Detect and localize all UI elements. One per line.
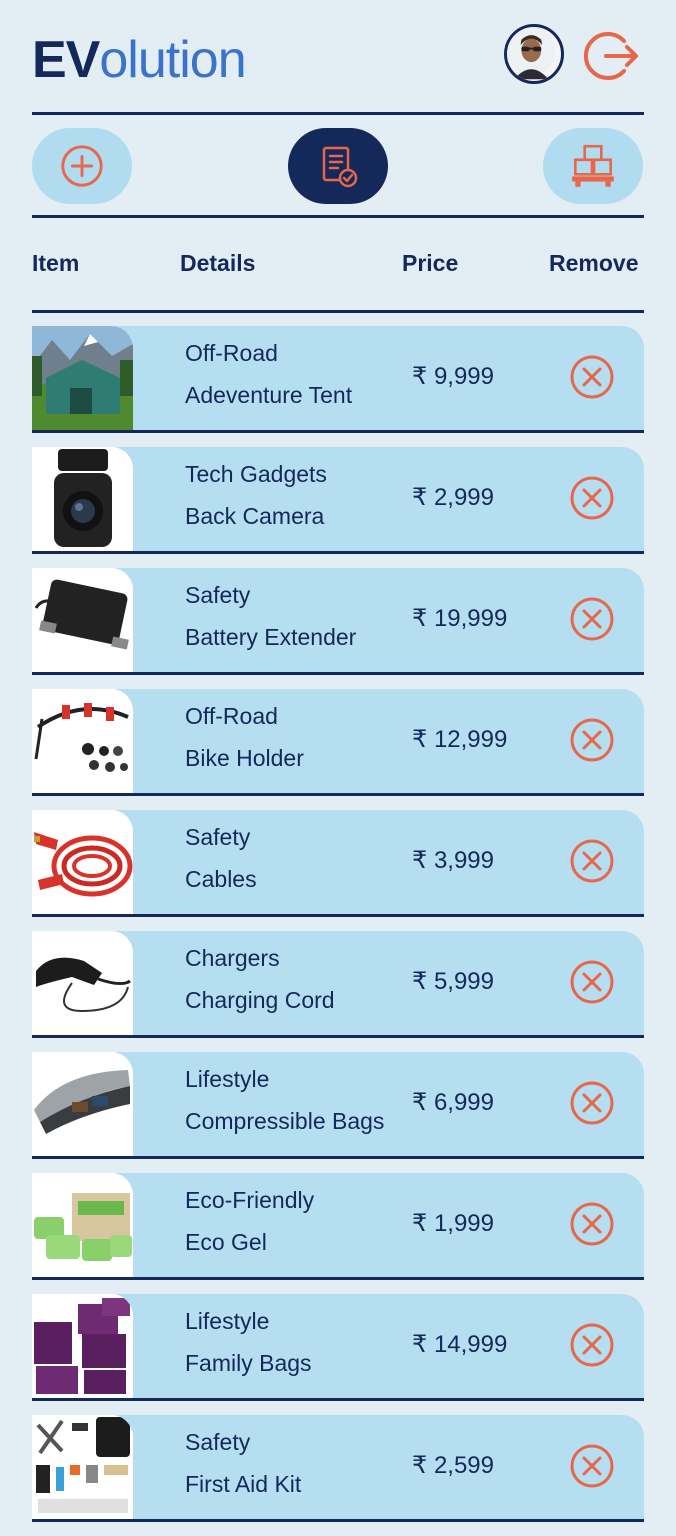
item-name: Bike Holder <box>185 745 304 771</box>
app-header: EVolution <box>32 24 644 98</box>
cart-row: Safety First Aid Kit ₹ 2,599 <box>32 1415 644 1522</box>
order-list-icon <box>322 146 358 188</box>
item-price: ₹ 6,999 <box>412 1089 494 1116</box>
item-category: Safety <box>185 582 251 608</box>
header-divider <box>32 112 644 115</box>
remove-item-button[interactable] <box>569 838 615 884</box>
product-image-bike-holder <box>32 689 133 793</box>
item-category: Lifestyle <box>185 1066 270 1092</box>
column-header-remove: Remove <box>549 250 639 276</box>
item-category: Lifestyle <box>185 1308 270 1334</box>
remove-item-button[interactable] <box>569 354 615 400</box>
item-name: Charging Cord <box>185 987 335 1013</box>
item-price: ₹ 2,999 <box>412 484 494 511</box>
cart-row: Off-Road Adeventure Tent ₹ 9,999 <box>32 326 644 433</box>
user-avatar[interactable] <box>504 24 564 84</box>
remove-circle-icon <box>570 718 614 762</box>
remove-circle-icon <box>570 597 614 641</box>
cart-row: Safety Battery Extender ₹ 19,999 <box>32 568 644 675</box>
item-name: Compressible Bags <box>185 1108 385 1134</box>
item-price: ₹ 3,999 <box>412 847 494 874</box>
remove-circle-icon <box>570 476 614 520</box>
cart-row: Lifestyle Compressible Bags ₹ 6,999 <box>32 1052 644 1159</box>
remove-circle-icon <box>570 355 614 399</box>
item-price: ₹ 5,999 <box>412 968 494 995</box>
item-price: ₹ 9,999 <box>412 363 494 390</box>
column-header-item: Item <box>32 250 80 276</box>
item-category: Chargers <box>185 945 280 971</box>
cart-list: Off-Road Adeventure Tent ₹ 9,999 Tech Ga… <box>32 326 644 1536</box>
item-name: Eco Gel <box>185 1229 267 1255</box>
remove-item-button[interactable] <box>569 1443 615 1489</box>
remove-item-button[interactable] <box>569 959 615 1005</box>
column-header-price: Price <box>402 250 459 276</box>
remove-item-button[interactable] <box>569 1080 615 1126</box>
logo-rest-text: olution <box>99 31 246 89</box>
products-button[interactable] <box>543 128 643 204</box>
column-header-details: Details <box>180 250 256 276</box>
remove-item-button[interactable] <box>569 1201 615 1247</box>
item-category: Off-Road <box>185 340 278 366</box>
product-image-camera <box>32 447 133 551</box>
logout-button[interactable] <box>582 26 642 86</box>
item-category: Safety <box>185 1429 251 1455</box>
item-name: Back Camera <box>185 503 325 529</box>
remove-circle-icon <box>570 1444 614 1488</box>
boxes-icon <box>572 144 614 187</box>
remove-item-button[interactable] <box>569 596 615 642</box>
product-image-first-aid-kit <box>32 1415 133 1519</box>
remove-circle-icon <box>570 839 614 883</box>
item-category: Off-Road <box>185 703 278 729</box>
item-name: Family Bags <box>185 1350 312 1376</box>
product-image-charging-cord <box>32 931 133 1035</box>
product-image-cables <box>32 810 133 914</box>
item-category: Eco-Friendly <box>185 1187 315 1213</box>
cart-row: Safety Cables ₹ 3,999 <box>32 810 644 917</box>
item-name: Cables <box>185 866 257 892</box>
remove-circle-icon <box>570 960 614 1004</box>
nav-divider <box>32 215 644 218</box>
cart-row: Chargers Charging Cord ₹ 5,999 <box>32 931 644 1038</box>
plus-circle-icon <box>61 145 103 187</box>
cart-row: Lifestyle Family Bags ₹ 14,999 <box>32 1294 644 1401</box>
avatar-icon <box>507 27 556 80</box>
item-name: First Aid Kit <box>185 1471 302 1497</box>
remove-circle-icon <box>570 1202 614 1246</box>
cart-row: Eco-Friendly Eco Gel ₹ 1,999 <box>32 1173 644 1280</box>
item-price: ₹ 12,999 <box>412 726 508 753</box>
product-image-family-bags <box>32 1294 133 1398</box>
app-logo[interactable]: EVolution <box>32 31 247 89</box>
remove-item-button[interactable] <box>569 1322 615 1368</box>
remove-item-button[interactable] <box>569 475 615 521</box>
remove-item-button[interactable] <box>569 717 615 763</box>
orders-button[interactable] <box>288 128 388 204</box>
item-category: Tech Gadgets <box>185 461 327 487</box>
item-price: ₹ 14,999 <box>412 1331 508 1358</box>
product-image-roof-box <box>32 1052 133 1156</box>
table-header-divider <box>32 310 644 313</box>
item-category: Safety <box>185 824 251 850</box>
product-image-eco-gel <box>32 1173 133 1277</box>
item-price: ₹ 2,599 <box>412 1452 494 1479</box>
item-name: Battery Extender <box>185 624 357 650</box>
logout-icon <box>583 32 638 80</box>
item-price: ₹ 19,999 <box>412 605 508 632</box>
product-image-battery <box>32 568 133 672</box>
item-price: ₹ 1,999 <box>412 1210 494 1237</box>
logo-bold-text: EV <box>32 31 100 89</box>
remove-circle-icon <box>570 1323 614 1367</box>
remove-circle-icon <box>570 1081 614 1125</box>
add-item-button[interactable] <box>32 128 132 204</box>
cart-row: Off-Road Bike Holder ₹ 12,999 <box>32 689 644 796</box>
cart-row: Tech Gadgets Back Camera ₹ 2,999 <box>32 447 644 554</box>
product-image-tent <box>32 326 133 430</box>
item-name: Adeventure Tent <box>185 382 353 408</box>
